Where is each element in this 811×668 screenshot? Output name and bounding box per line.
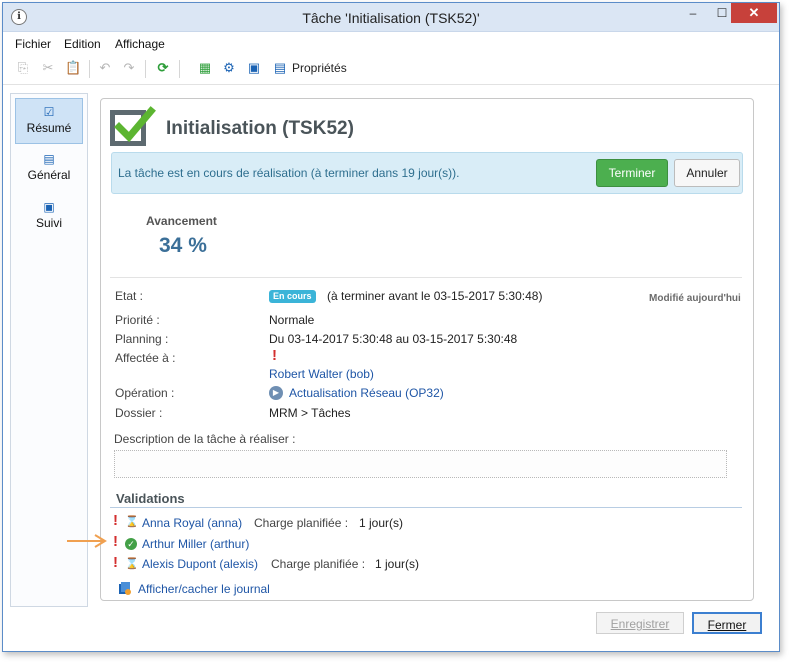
checkbox-icon: ☑ — [43, 105, 55, 119]
validator-link-alexis[interactable]: Alexis Dupont (alexis) — [142, 557, 258, 571]
charge-value: 1 jour(s) — [375, 557, 420, 571]
clipboard-icon: ▤ — [43, 152, 55, 166]
toolbar-separator — [145, 60, 146, 78]
divider — [110, 277, 742, 278]
sidebar-item-label: Général — [27, 168, 71, 182]
modified-label: Modifié aujourd'hui — [649, 293, 741, 304]
alert-exclamation-icon: ! — [272, 347, 277, 364]
hourglass-icon: ⌛ — [125, 516, 139, 528]
minimize-button[interactable]: – — [679, 3, 707, 23]
tracking-icon: ▣ — [43, 200, 55, 214]
paste-icon[interactable]: 📋 — [65, 60, 81, 76]
charge-value: 1 jour(s) — [359, 516, 404, 530]
progress-label: Avancement — [146, 214, 217, 228]
finish-button[interactable]: Terminer — [596, 159, 668, 187]
settings-gear-icon[interactable]: ⚙ — [221, 60, 237, 76]
operation-label: Opération : — [115, 386, 175, 400]
approved-check-icon: ✓ — [125, 538, 137, 550]
validations-title: Validations — [116, 491, 185, 506]
toolbar-separator — [89, 60, 90, 78]
save-button-label: Enregistrer — [610, 617, 670, 631]
window-title: Tâche 'Initialisation (TSK52)' — [302, 10, 480, 26]
toggle-journal-link[interactable]: Afficher/cacher le journal — [138, 582, 270, 596]
assigned-user-link[interactable]: Robert Walter (bob) — [269, 367, 374, 381]
status-badge: En cours — [269, 290, 316, 303]
hourglass-icon: ⌛ — [125, 558, 139, 570]
sidebar-item-suivi[interactable]: ▣ Suivi — [15, 194, 83, 240]
alert-exclamation-icon: ! — [113, 554, 118, 571]
sidebar-item-label: Suivi — [35, 216, 62, 230]
redo-icon[interactable]: ↷ — [121, 60, 137, 76]
save-button[interactable]: Enregistrer — [596, 612, 684, 634]
validations-divider — [110, 507, 742, 508]
state-value: (à terminer avant le 03-15-2017 5:30:48) — [327, 289, 543, 303]
page-title: Initialisation (TSK52) — [166, 118, 354, 139]
progress-value: 34 % — [159, 234, 207, 257]
description-field[interactable] — [114, 450, 727, 478]
task-user-icon[interactable]: ▣ — [246, 60, 262, 76]
alert-exclamation-icon: ! — [113, 512, 118, 529]
planning-value: Du 03-14-2017 5:30:48 au 03-15-2017 5:30… — [269, 332, 518, 346]
folder-value: MRM > Tâches — [269, 406, 351, 420]
planning-label: Planning : — [115, 332, 169, 346]
journal-icon — [119, 582, 131, 595]
properties-button[interactable]: Propriétés — [292, 61, 347, 75]
menu-edition[interactable]: Edition — [64, 37, 101, 51]
close-button-label: Fermer — [707, 618, 747, 632]
state-label: Etat : — [115, 289, 144, 303]
orange-arrow-icon — [67, 534, 107, 548]
menu-affichage[interactable]: Affichage — [115, 37, 165, 51]
sidebar: ☑ Résumé ▤ Général ▣ Suivi — [10, 93, 88, 607]
checkmark-icon — [114, 106, 156, 143]
assigned-label: Affectée à : — [115, 351, 176, 365]
alert-exclamation-icon: ! — [113, 533, 118, 550]
sidebar-item-general[interactable]: ▤ Général — [15, 146, 83, 192]
status-alert: La tâche est en cours de réalisation (à … — [111, 152, 743, 194]
task-check-icon — [110, 106, 156, 146]
charge-label: Charge planifiée : — [254, 516, 349, 530]
status-message: La tâche est en cours de réalisation (à … — [118, 166, 460, 180]
toolbar: ⎘ ✂ 📋 ↶ ↷ ⟳ ▦ ⚙ ▣ ▤ Propriétés — [3, 54, 779, 85]
priority-label: Priorité : — [115, 313, 160, 327]
cut-icon[interactable]: ✂ — [40, 60, 56, 76]
folder-label: Dossier : — [115, 406, 163, 420]
description-label: Description de la tâche à réaliser : — [114, 432, 296, 446]
toolbar-separator — [179, 60, 180, 78]
close-window-button[interactable]: ✕ — [731, 3, 777, 23]
menu-fichier[interactable]: Fichier — [15, 37, 51, 51]
copy-icon[interactable]: ⎘ — [15, 60, 31, 76]
undo-icon[interactable]: ↶ — [97, 60, 113, 76]
priority-value: Normale — [269, 313, 315, 327]
operation-link[interactable]: Actualisation Réseau (OP32) — [289, 386, 444, 400]
sidebar-item-label: Résumé — [26, 121, 72, 135]
charge-label: Charge planifiée : — [271, 557, 366, 571]
menu-bar: Fichier Edition Affichage — [3, 32, 779, 54]
properties-icon[interactable]: ▤ — [272, 60, 288, 76]
title-bar: ℹ Tâche 'Initialisation (TSK52)' – ☐ ✕ — [3, 3, 779, 32]
calculator-icon[interactable]: ▦ — [197, 60, 213, 76]
sidebar-item-resume[interactable]: ☑ Résumé — [15, 98, 83, 144]
validator-link-arthur[interactable]: Arthur Miller (arthur) — [142, 537, 249, 551]
refresh-icon[interactable]: ⟳ — [155, 60, 171, 76]
cancel-button[interactable]: Annuler — [674, 159, 740, 187]
validator-link-anna[interactable]: Anna Royal (anna) — [142, 516, 242, 530]
play-icon: ▶ — [269, 386, 283, 400]
close-button[interactable]: Fermer — [692, 612, 762, 634]
